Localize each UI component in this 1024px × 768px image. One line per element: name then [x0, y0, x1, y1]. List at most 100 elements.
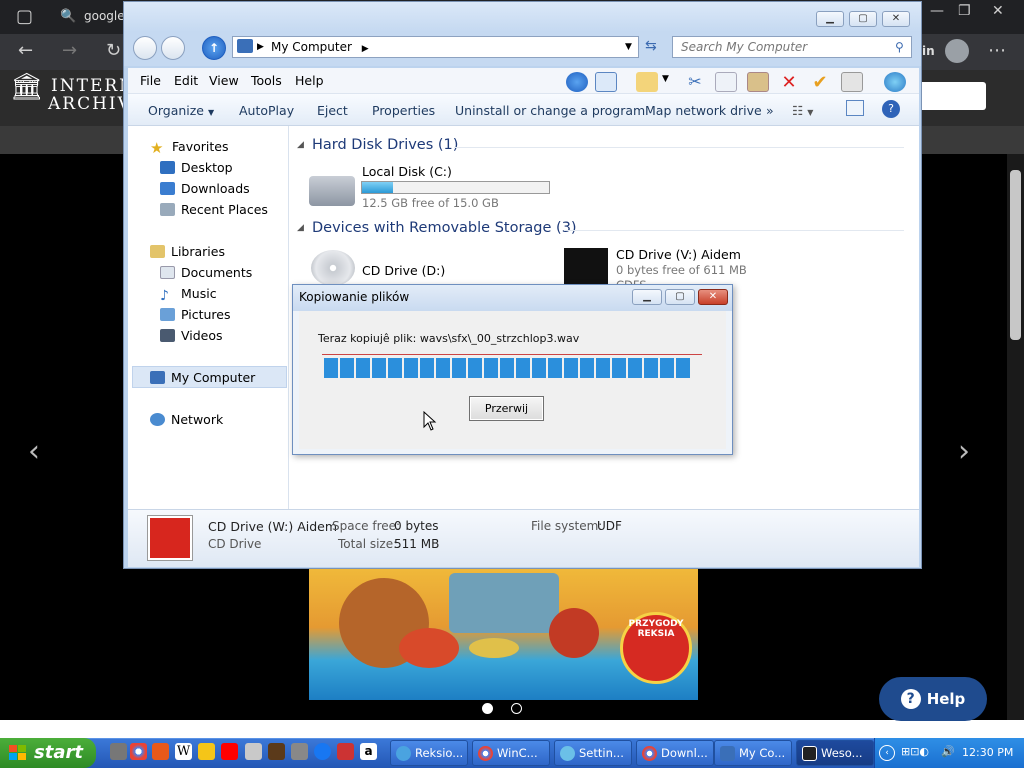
menu-tools[interactable]: Tools	[251, 73, 282, 88]
avatar[interactable]	[945, 39, 969, 63]
minimize-icon[interactable]: —	[930, 0, 944, 28]
nav-pictures[interactable]: Pictures	[160, 307, 231, 322]
nav-recent-places[interactable]: Recent Places	[160, 202, 268, 217]
clock[interactable]: 12:30 PM	[962, 746, 1013, 759]
group-header-hdd[interactable]: Hard Disk Drives (1)	[312, 137, 458, 153]
close-button[interactable]: ✕	[882, 11, 910, 27]
scrollbar-thumb[interactable]	[1010, 170, 1021, 340]
volume-icon[interactable]: 🔊	[941, 745, 955, 758]
nav-libraries[interactable]: Libraries	[150, 244, 225, 259]
paste-icon[interactable]	[747, 72, 769, 92]
carousel-dot-active[interactable]	[482, 703, 493, 714]
collapse-arrow-icon[interactable]: ◢	[297, 140, 304, 150]
cancel-button[interactable]: Przerwij	[469, 396, 544, 421]
breadcrumb-arrow-icon[interactable]: ▶	[257, 37, 264, 57]
task-winc[interactable]: WinC...	[472, 740, 550, 766]
folder-icon[interactable]	[245, 743, 262, 760]
task-settings[interactable]: Settin...	[554, 740, 632, 766]
folders-pane-icon[interactable]	[595, 72, 617, 92]
address-bar[interactable]: ▶ My Computer ▶ ▼	[232, 36, 639, 58]
dropdown-arrow-icon[interactable]: ▼	[662, 74, 669, 84]
forward-icon[interactable]: →	[62, 34, 77, 68]
view-options-icon[interactable]: ☷ ▼	[792, 103, 813, 118]
properties-icon[interactable]	[841, 72, 863, 92]
task-my-computer[interactable]: My Co...	[714, 740, 792, 766]
search-input[interactable]: Search My Computer ⚲	[672, 36, 912, 58]
cd-drive-d-name[interactable]: CD Drive (D:)	[362, 263, 445, 278]
local-disk-name[interactable]: Local Disk (C:)	[362, 164, 452, 179]
facebook-icon[interactable]	[314, 743, 331, 760]
nav-favorites[interactable]: ★ Favorites	[150, 139, 228, 157]
carousel-prev-icon[interactable]: ‹	[28, 434, 40, 469]
cut-icon[interactable]: ✂	[684, 72, 706, 92]
amazon-icon[interactable]: a	[360, 743, 377, 760]
minimize-button[interactable]: ▁	[816, 11, 844, 27]
office-icon[interactable]	[152, 743, 169, 760]
more-menu-icon[interactable]: ⋯	[988, 34, 1006, 68]
task-downloads[interactable]: Downl...	[636, 740, 714, 766]
dialog-minimize-button[interactable]: ▁	[632, 289, 662, 305]
carousel-next-icon[interactable]: ›	[958, 434, 970, 469]
nav-my-computer[interactable]: My Computer	[150, 370, 255, 385]
quicklaunch-desktop-icon[interactable]	[110, 743, 127, 760]
back-icon[interactable]: ←	[18, 34, 33, 68]
tray-icons[interactable]: ⊞⊡◐	[901, 745, 929, 758]
carousel-dot[interactable]	[511, 703, 522, 714]
local-disk-icon[interactable]	[309, 176, 355, 206]
task-weso[interactable]: Weso...	[796, 740, 874, 766]
map-network-drive-button[interactable]: Map network drive	[645, 103, 762, 118]
reload-icon[interactable]: ↻	[106, 34, 121, 68]
dialog-titlebar[interactable]: Kopiowanie plików ▁ ▢ ✕	[293, 285, 732, 311]
globe-icon[interactable]	[884, 72, 906, 92]
more-commands-button[interactable]: »	[766, 103, 774, 118]
explorer-titlebar[interactable]: ▁ ▢ ✕	[124, 2, 921, 32]
group-header-removable[interactable]: Devices with Removable Storage (3)	[312, 220, 577, 236]
search-icon[interactable]: ⚲	[895, 37, 904, 57]
uninstall-button[interactable]: Uninstall or change a program	[455, 103, 645, 118]
cd-drive-icon[interactable]	[311, 250, 355, 286]
tray-expand-icon[interactable]: ‹	[879, 745, 895, 761]
breadcrumb-arrow-icon[interactable]: ▶	[362, 44, 369, 54]
nav-desktop[interactable]: Desktop	[160, 160, 233, 175]
delete-icon[interactable]: ✕	[778, 72, 800, 93]
wikipedia-icon[interactable]: W	[175, 743, 192, 760]
close-icon[interactable]: ✕	[992, 0, 1004, 28]
dropdown-arrow-icon[interactable]: ▼	[625, 37, 632, 57]
copy-icon[interactable]	[715, 72, 737, 92]
youtube-icon[interactable]	[221, 743, 238, 760]
organize-button[interactable]: Organize ▼	[148, 103, 214, 118]
favorites-icon[interactable]	[636, 72, 658, 92]
browser-tab-title[interactable]: google	[84, 9, 125, 23]
help-button[interactable]: ? Help	[879, 677, 987, 721]
dialog-close-button[interactable]: ✕	[698, 289, 728, 305]
preview-pane-icon[interactable]	[846, 100, 864, 116]
collapse-arrow-icon[interactable]: ◢	[297, 223, 304, 233]
maximize-button[interactable]: ▢	[849, 11, 877, 27]
ups-icon[interactable]	[268, 743, 285, 760]
autoplay-button[interactable]: AutoPlay	[239, 103, 294, 118]
help-icon[interactable]: ?	[882, 100, 900, 118]
app-icon[interactable]	[337, 743, 354, 760]
eject-button[interactable]: Eject	[317, 103, 348, 118]
menu-edit[interactable]: Edit	[174, 73, 198, 88]
cd-drive-v-icon[interactable]	[562, 246, 610, 286]
menu-view[interactable]: View	[209, 73, 239, 88]
nav-documents[interactable]: Documents	[160, 265, 252, 280]
up-arrow-icon[interactable]: ↑	[202, 36, 226, 60]
menu-help[interactable]: Help	[295, 73, 324, 88]
breadcrumb[interactable]: My Computer	[271, 40, 352, 54]
nav-videos[interactable]: Videos	[160, 328, 223, 343]
chrome-icon[interactable]	[130, 743, 147, 760]
task-reksio[interactable]: Reksio...	[390, 740, 468, 766]
menu-file[interactable]: File	[140, 73, 161, 88]
restore-icon[interactable]: ❐	[958, 0, 971, 28]
back-button[interactable]	[133, 36, 157, 60]
forward-button[interactable]	[161, 36, 185, 60]
media-icon[interactable]	[198, 743, 215, 760]
nav-downloads[interactable]: Downloads	[160, 181, 250, 196]
cd-drive-v-name[interactable]: CD Drive (V:) Aidem	[616, 247, 741, 262]
dialog-maximize-button[interactable]: ▢	[665, 289, 695, 305]
nav-network[interactable]: Network	[150, 412, 223, 427]
checkmark-icon[interactable]: ✔	[809, 72, 831, 93]
tab-list-icon[interactable]: ▢	[16, 0, 33, 34]
